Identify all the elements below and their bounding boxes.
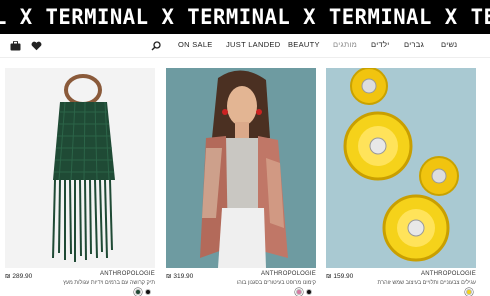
product-brand: ANTHROPOLOGIE [261,271,316,277]
color-swatch[interactable] [306,289,312,295]
search-icon[interactable] [150,40,162,52]
color-swatch[interactable] [466,289,472,295]
nav-just-landed[interactable]: JUST LANDED [226,40,280,50]
product-image-earrings[interactable] [326,68,476,268]
main-navbar: ON SALE JUST LANDED BEAUTY מותגים ילדים … [0,34,490,58]
heart-icon[interactable] [30,40,42,52]
nav-brands[interactable]: מותגים [333,40,357,50]
color-swatch[interactable] [145,289,151,295]
color-swatch[interactable] [135,289,141,295]
product-description: עגילים צבעוניים ותלויים בעיצוב שמש זוהרת [377,280,476,286]
nav-women[interactable]: נשים [441,40,457,50]
bag-icon[interactable] [9,40,21,52]
product-description: קימונו מרופט בעיטורים בסגנון בוהו [236,280,316,286]
nav-kids[interactable]: ילדים [371,40,389,50]
color-swatches [135,289,151,295]
nav-beauty[interactable]: BEAUTY [288,40,320,50]
nav-men[interactable]: גברים [404,40,424,50]
product-price: ₪ 289.90 [5,273,33,280]
product-description: תיק קרושה עם ברמים וידיות עגולות מעץ [63,280,155,286]
product-price: ₪ 159.90 [326,273,354,280]
product-image-kimono[interactable] [166,68,316,268]
color-swatches [466,289,472,295]
color-swatch[interactable] [296,289,302,295]
product-image-crochet-bag[interactable] [5,68,155,268]
color-swatches [296,289,312,295]
brand-marquee-banner: L X TERMINAL X TERMINAL X TERMINAL X TER… [0,0,490,34]
nav-on-sale[interactable]: ON SALE [178,40,213,50]
product-price: ₪ 319.90 [166,273,194,280]
product-brand: ANTHROPOLOGIE [100,271,155,277]
marquee-text: L X TERMINAL X TERMINAL X TERMINAL X TER… [0,5,490,29]
product-brand: ANTHROPOLOGIE [421,271,476,277]
